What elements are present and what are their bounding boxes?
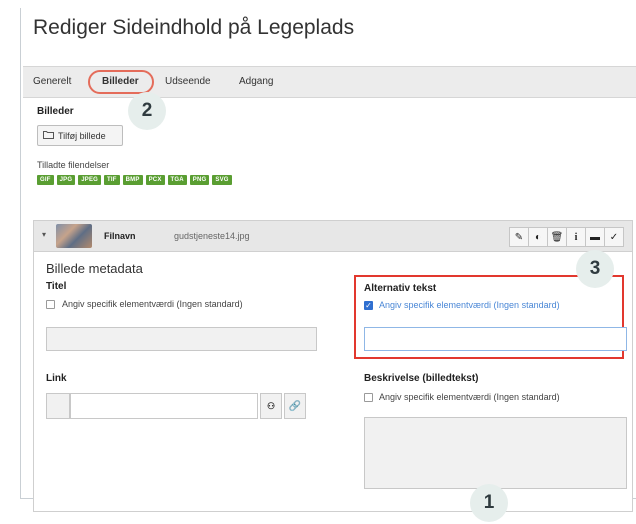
trash-icon[interactable]: 🗑 — [547, 227, 567, 247]
step-marker-3: 3 — [576, 250, 614, 288]
title-field-label: Titel — [46, 281, 67, 292]
images-heading: Billeder — [37, 106, 74, 117]
image-file-panel: ▾ Filnavn gudstjeneste14.jpg ✎ ◐ 🗑 i ▬ ✓… — [33, 220, 633, 512]
chevron-down-icon[interactable]: ▾ — [42, 230, 46, 239]
tab-udseende[interactable]: Udseende — [165, 76, 211, 87]
add-image-button[interactable]: Tilføj billede — [37, 125, 123, 146]
description-override-checkbox[interactable] — [364, 393, 373, 402]
alt-override-label: Angiv specifik elementværdi (Ingen stand… — [379, 300, 560, 310]
tab-bar: Generelt Billeder Udseende Adgang — [23, 66, 636, 98]
link-input[interactable] — [70, 393, 258, 419]
toggle-icon[interactable]: ◐ — [528, 227, 548, 247]
description-label: Beskrivelse (billedtekst) — [364, 373, 479, 384]
link-icon[interactable]: 🔗 — [284, 393, 306, 419]
add-image-label: Tilføj billede — [58, 130, 106, 141]
filename-value: gudstjeneste14.jpg — [174, 231, 250, 241]
file-header: ▾ Filnavn gudstjeneste14.jpg ✎ ◐ 🗑 i ▬ ✓ — [34, 221, 632, 252]
tab-generelt[interactable]: Generelt — [33, 76, 71, 87]
extension-badge: TGA — [167, 175, 187, 185]
extension-badge: SVG — [212, 175, 232, 185]
link-browser-icon[interactable]: ⚇ — [260, 393, 282, 419]
tab-adgang[interactable]: Adgang — [239, 76, 273, 87]
extension-badge: BMP — [122, 175, 143, 185]
extension-badge: JPG — [56, 175, 76, 185]
dash-icon[interactable]: ▬ — [585, 227, 605, 247]
metadata-heading: Billede metadata — [46, 261, 143, 276]
extension-badge: PCX — [145, 175, 165, 185]
extension-badge: TIF — [104, 175, 120, 185]
file-actions: ✎ ◐ 🗑 i ▬ ✓ — [509, 227, 624, 247]
alt-text-input[interactable] — [364, 327, 627, 351]
check-icon[interactable]: ✓ — [604, 227, 624, 247]
alt-override-checkbox[interactable]: ✓ — [364, 301, 373, 310]
description-override-label: Angiv specifik elementværdi (Ingen stand… — [379, 392, 560, 402]
alt-text-label: Alternativ tekst — [364, 283, 437, 294]
link-field-label: Link — [46, 373, 67, 384]
step-marker-1: 1 — [470, 484, 508, 522]
link-prefix — [46, 393, 70, 419]
title-input[interactable] — [46, 327, 317, 351]
image-thumbnail[interactable] — [56, 224, 92, 248]
editor-window: Rediger Sideindhold på Legeplads Generel… — [20, 8, 636, 512]
extension-badges: GIF JPG JPEG TIF BMP PCX TGA PNG SVG — [37, 175, 232, 185]
tab-highlight-ring — [88, 70, 154, 94]
page-title: Rediger Sideindhold på Legeplads — [33, 16, 355, 39]
extension-badge: JPEG — [78, 175, 102, 185]
step-marker-2: 2 — [128, 92, 166, 130]
folder-icon — [43, 130, 54, 141]
extension-badge: GIF — [37, 175, 54, 185]
description-textarea[interactable] — [364, 417, 627, 489]
info-icon[interactable]: i — [566, 227, 586, 247]
extension-badge: PNG — [189, 175, 210, 185]
pencil-icon[interactable]: ✎ — [509, 227, 529, 247]
title-override-label: Angiv specifik elementværdi (Ingen stand… — [62, 299, 243, 309]
filename-label: Filnavn — [104, 231, 136, 241]
allowed-extensions-label: Tilladte filendelser — [37, 160, 110, 170]
title-override-checkbox[interactable] — [46, 300, 55, 309]
